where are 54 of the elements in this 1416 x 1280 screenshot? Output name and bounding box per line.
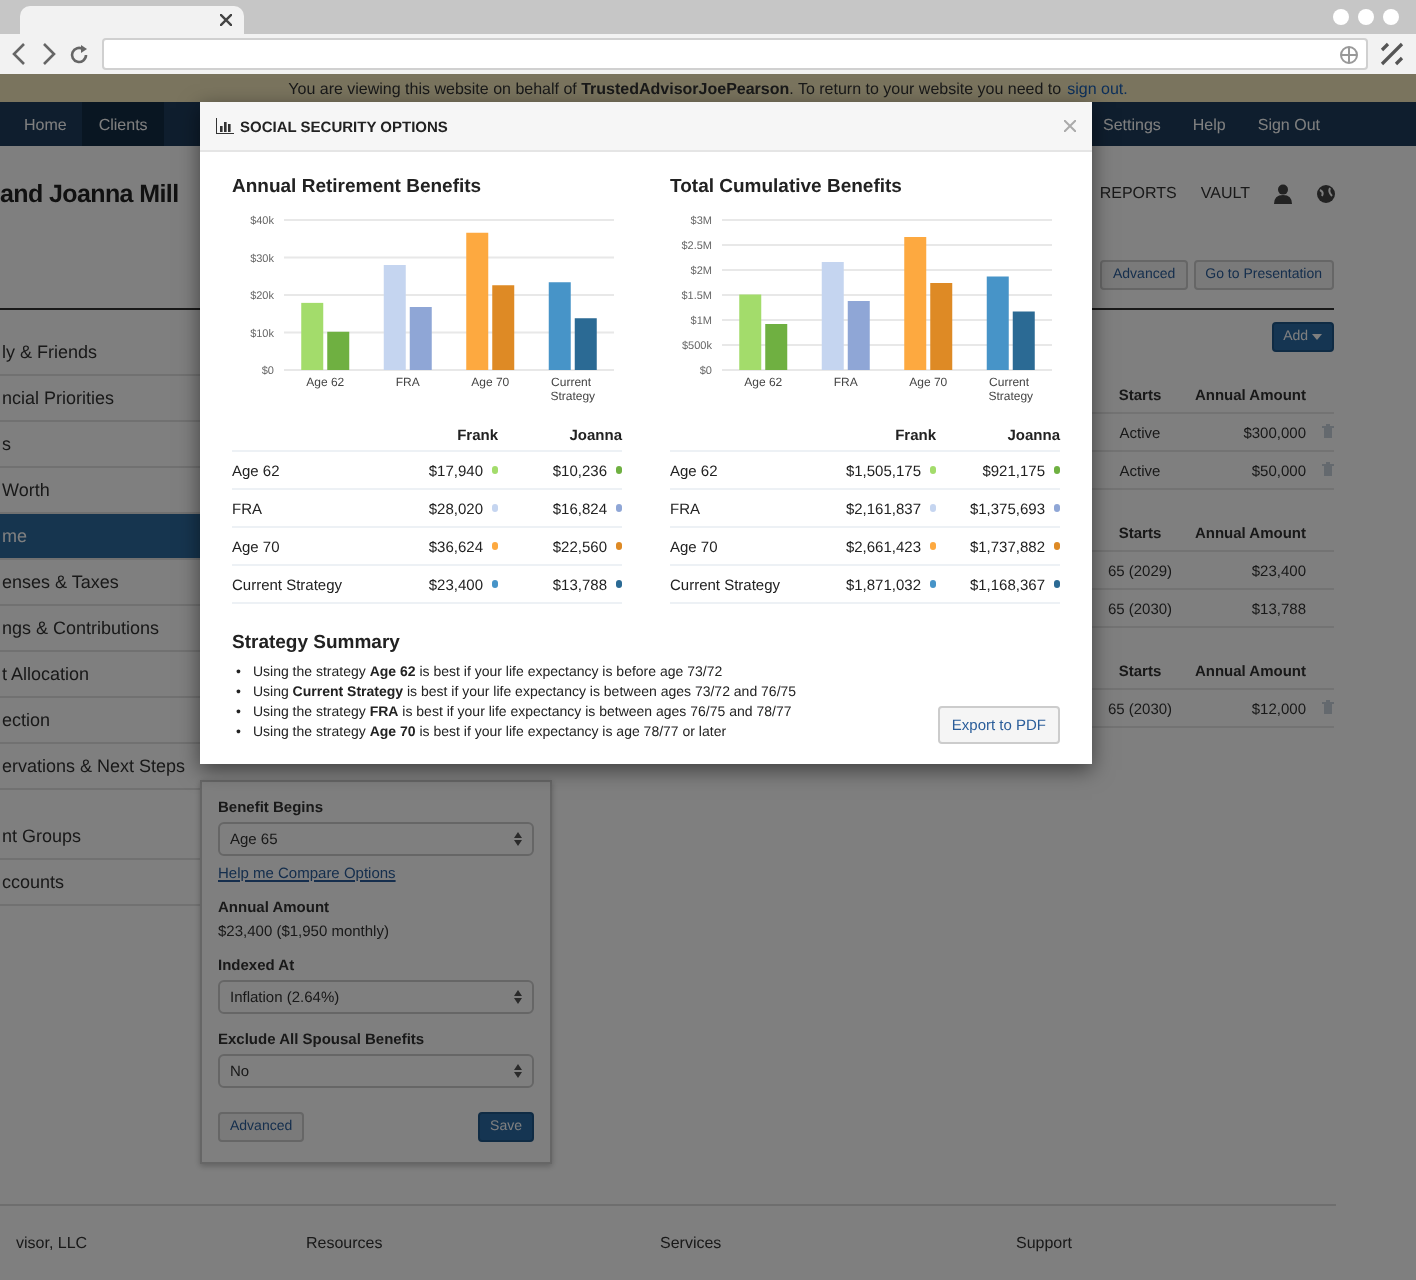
close-icon — [1064, 120, 1076, 132]
trash-icon[interactable] — [1322, 699, 1334, 713]
updown-arrows-icon — [514, 832, 522, 846]
bar — [383, 265, 406, 370]
bar — [574, 318, 597, 370]
chart-title: Total Cumulative Benefits — [670, 176, 904, 198]
header-link[interactable]: VAULT — [1200, 184, 1250, 202]
forward-icon — [40, 42, 56, 66]
bar — [327, 331, 350, 370]
footer-link[interactable]: Support — [1016, 1234, 1336, 1252]
nav-item[interactable]: Clients — [82, 102, 164, 146]
window-dots-icon — [1332, 8, 1400, 26]
client-name: and Joanna Mill — [0, 179, 179, 207]
bar-chart-icon — [216, 118, 234, 134]
globe-icon — [1316, 183, 1336, 203]
bar — [1012, 311, 1035, 370]
header-link[interactable]: REPORTS — [1099, 184, 1177, 202]
bar — [986, 276, 1009, 370]
extension-icon — [1380, 42, 1404, 66]
footer-link[interactable]: Services — [660, 1234, 1016, 1252]
bar — [409, 307, 432, 370]
close-icon — [220, 14, 232, 26]
address-field[interactable] — [102, 38, 1368, 70]
footer-link[interactable]: visor, LLC — [16, 1234, 306, 1252]
bar — [821, 262, 844, 370]
user-icon — [1274, 183, 1292, 203]
reload-icon — [68, 43, 90, 65]
nav-item[interactable]: Help — [1176, 102, 1242, 146]
chart-title: Annual Retirement Benefits — [232, 176, 484, 198]
bar — [492, 285, 515, 370]
globe-icon — [1340, 45, 1358, 63]
sidebar-item[interactable]: me — [0, 514, 200, 560]
browser-tab[interactable] — [20, 6, 244, 34]
bar — [739, 294, 762, 370]
footer-link[interactable]: Resources — [306, 1234, 660, 1252]
trash-icon[interactable] — [1322, 461, 1334, 475]
sign-out-link[interactable]: sign out. — [1067, 79, 1128, 97]
bar — [930, 283, 953, 370]
updown-arrows-icon — [514, 1064, 522, 1078]
updown-arrows-icon — [514, 990, 522, 1004]
nav-item[interactable]: Settings — [1087, 102, 1177, 146]
nav-item[interactable]: Sign Out — [1241, 102, 1336, 146]
summary-title: Strategy Summary — [232, 632, 402, 654]
bar — [904, 237, 927, 370]
trash-icon[interactable] — [1322, 423, 1334, 437]
bar — [548, 282, 571, 370]
bar — [765, 324, 788, 370]
caret-icon — [1312, 334, 1322, 340]
banner-message: You are viewing this website on behalf of TrustedAdvisorJoePearson. To return to your website you need to sign out. — [288, 79, 1128, 97]
back-icon — [12, 42, 28, 66]
bar — [847, 301, 870, 370]
bar — [301, 302, 324, 370]
bar — [466, 232, 489, 370]
nav-item[interactable]: Home — [8, 102, 83, 146]
